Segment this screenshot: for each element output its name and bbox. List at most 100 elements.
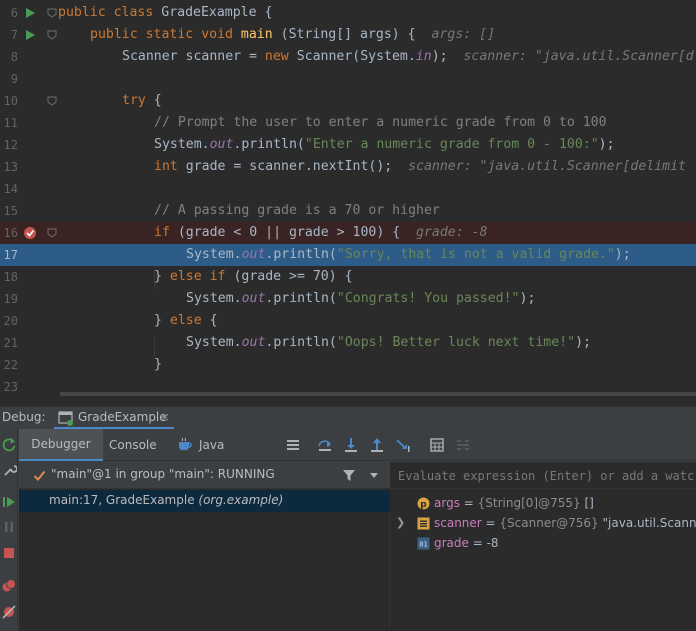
line-number: 23 [3,380,18,394]
variable-text: args = {String[0]@755} [] [434,496,594,510]
tab-debugger[interactable]: Debugger [19,429,103,461]
evaluate-bar[interactable] [390,462,696,489]
code-line[interactable]: 18 } else if (grade >= 70) { [0,266,696,288]
inline-debug-hint: args: [] [431,27,496,42]
line-number: 16 [3,226,18,240]
code-text: } [154,357,162,372]
breakpoint-line[interactable]: 16 if (grade < 0 || grade > 100) { grade… [0,222,696,244]
execution-point-line[interactable]: 17 System.out.println("Sorry, that is no… [0,244,696,266]
code-text: Scanner scanner = new Scanner(System.in)… [122,49,694,64]
svg-text:p: p [420,500,427,510]
evaluate-expression-icon[interactable] [429,437,445,453]
field-icon [417,517,430,530]
line-number: 20 [3,314,18,328]
line-number: 9 [10,72,18,86]
inline-debug-hint: scanner: "java.util.Scanner[delimit [408,159,686,174]
code-text: public class GradeExample { [58,5,273,20]
code-text: } else { [154,313,218,328]
chevron-down-icon[interactable] [369,471,379,479]
code-line[interactable]: 19 System.out.println("Congrats! You pas… [0,288,696,310]
pause-program-icon[interactable] [1,519,17,535]
variable-row[interactable]: p args = {String[0]@755} [] [390,493,696,513]
tab-java-visualizer[interactable]: Java Visualizer [177,429,277,484]
line-number: 22 [3,358,18,372]
tab-console[interactable]: Console [109,429,159,461]
code-text: System.out.println("Congrats! You passed… [186,291,536,306]
primitive-icon: 01 [417,537,430,550]
expand-arrow-icon[interactable]: ❯ [396,516,406,529]
run-config-icon [58,411,73,426]
line-number: 7 [10,28,18,42]
modify-run-config-icon[interactable] [1,462,17,478]
code-comment: // A passing grade is a 70 or higher [154,203,440,218]
line-number: 8 [10,50,18,64]
code-line[interactable]: 21 System.out.println("Oops! Better luck… [0,332,696,354]
debugger-toolbar: Debugger Console Java Visualizer [19,429,696,484]
code-line[interactable]: 12 System.out.println("Enter a numeric g… [0,134,696,156]
variable-text: grade = -8 [434,536,499,550]
code-line[interactable]: 11 // Prompt the user to enter a numeric… [0,112,696,134]
thread-selector[interactable]: "main"@1 in group "main": RUNNING [19,462,390,489]
resume-program-icon[interactable] [1,494,17,510]
line-number: 18 [3,270,18,284]
code-line[interactable]: 15 // A passing grade is a 70 or higher [0,200,696,222]
code-line[interactable]: 10 try { [0,90,696,112]
fold-marker-icon[interactable] [46,227,58,239]
code-line[interactable]: 6 public class GradeExample { [0,2,696,24]
code-line[interactable]: 8 Scanner scanner = new Scanner(System.i… [0,46,696,68]
indent-guide [154,336,155,356]
trace-current-stream-icon[interactable] [455,437,471,453]
close-session-icon[interactable]: × [160,410,170,424]
stack-frame-label: main:17, GradeExample (org.example) [49,493,284,507]
line-number: 17 [3,248,18,262]
run-class-icon[interactable] [24,7,36,19]
code-line[interactable]: 14 [0,178,696,200]
code-text: int grade = scanner.nextInt(); scanner: … [154,159,686,174]
fold-marker-icon[interactable] [46,95,58,107]
debug-window-label: Debug: [2,410,46,424]
layout-menu-icon[interactable] [285,437,301,453]
line-number: 15 [3,204,18,218]
java-visualizer-icon [179,437,192,450]
stop-icon[interactable] [1,545,17,561]
variable-row[interactable]: 01 grade = -8 [390,533,696,553]
fold-marker-icon[interactable] [46,7,58,19]
debug-session-tab[interactable]: GradeExample × [54,407,174,429]
indent-guide [154,270,155,290]
debug-title-bar: Debug: GradeExample × [0,406,696,429]
filter-icon[interactable] [342,469,356,482]
fold-marker-icon[interactable] [46,29,58,41]
variable-text: scanner = {Scanner@756} "java.util.Scann… [434,516,696,530]
code-editor[interactable]: 6 public class GradeExample { 7 public s… [0,0,696,396]
step-out-icon[interactable] [369,437,385,453]
thread-check-icon [33,470,46,481]
code-line[interactable]: 22 } [0,354,696,376]
rerun-icon[interactable] [1,437,17,453]
debug-tool-window: Debug: GradeExample × Debugger Console J… [0,406,696,631]
code-text: if (grade < 0 || grade > 100) { grade: -… [154,225,488,240]
code-text: System.out.println("Oops! Better luck ne… [186,335,591,350]
stack-frame-row[interactable]: main:17, GradeExample (org.example) [19,490,390,512]
thread-label: "main"@1 in group "main": RUNNING [51,467,275,481]
inline-debug-hint: scanner: "java.util.Scanner[d [463,49,694,64]
breakpoint-hit-icon[interactable] [23,226,37,240]
step-into-icon[interactable] [343,437,359,453]
code-line[interactable]: 7 public static void main (String[] args… [0,24,696,46]
line-number: 14 [3,182,18,196]
step-over-icon[interactable] [317,437,333,453]
line-number: 13 [3,160,18,174]
code-text: try { [122,93,162,108]
line-number: 12 [3,138,18,152]
run-to-cursor-icon[interactable] [395,437,411,453]
line-number: 11 [3,116,18,130]
mute-breakpoints-icon[interactable] [1,604,17,620]
variable-row[interactable]: ❯ scanner = {Scanner@756} "java.util.Sca… [390,513,696,533]
editor-horizontal-scrollbar[interactable] [60,392,696,396]
evaluate-expression-input[interactable] [398,466,694,486]
code-line[interactable]: 13 int grade = scanner.nextInt(); scanne… [0,156,696,178]
view-breakpoints-icon[interactable] [1,578,17,594]
run-main-icon[interactable] [24,29,36,41]
line-number: 6 [10,6,18,20]
code-line[interactable]: 9 [0,68,696,90]
code-line[interactable]: 20 } else { [0,310,696,332]
